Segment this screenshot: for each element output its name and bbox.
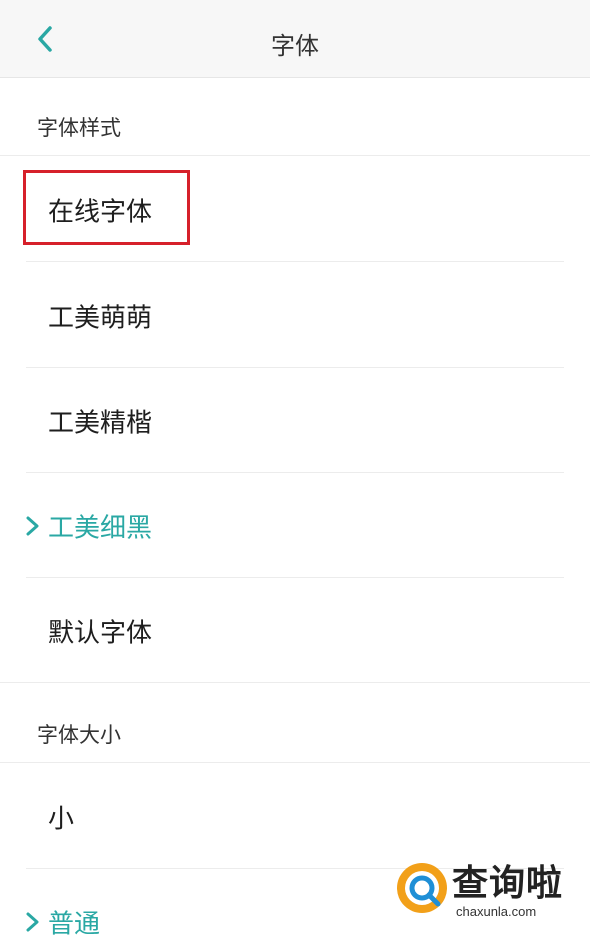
- section-label: 字体大小: [37, 723, 121, 747]
- watermark-text: 查询啦: [452, 863, 564, 904]
- selected-chevron-icon: [26, 516, 39, 535]
- watermark-url: chaxunla.com: [456, 904, 537, 919]
- font-option-gongmei-mengmeng[interactable]: 工美萌萌: [0, 263, 590, 368]
- font-option-label: 工美细黑: [48, 513, 153, 543]
- selected-chevron-icon: [26, 912, 39, 931]
- font-option-label: 工美精楷: [48, 408, 153, 438]
- divider: [26, 261, 564, 262]
- font-option-label: 工美萌萌: [48, 303, 153, 333]
- section-header-font-size: 字体大小: [0, 685, 590, 763]
- font-option-gongmei-xihei[interactable]: 工美细黑: [0, 473, 590, 578]
- search-logo-icon: [397, 863, 447, 913]
- font-option-gongmei-jingkai[interactable]: 工美精楷: [0, 368, 590, 473]
- top-bar: 字体: [0, 0, 590, 78]
- divider: [0, 682, 590, 683]
- size-option-label: 小: [48, 804, 75, 834]
- highlight-box: [23, 170, 190, 245]
- font-option-default[interactable]: 默认字体: [0, 578, 590, 683]
- section-header-font-style: 字体样式: [0, 78, 590, 156]
- size-option-label: 普通: [48, 909, 101, 939]
- watermark: 查询啦 chaxunla.com: [394, 852, 584, 928]
- page-title: 字体: [271, 32, 319, 60]
- font-option-label: 默认字体: [48, 618, 153, 648]
- section-label: 字体样式: [37, 116, 121, 140]
